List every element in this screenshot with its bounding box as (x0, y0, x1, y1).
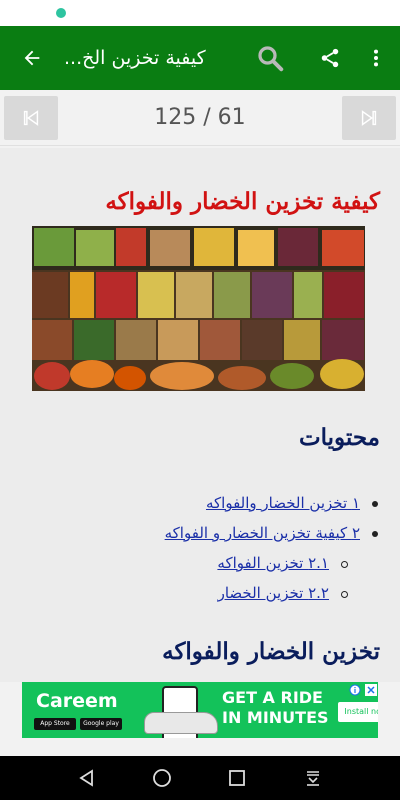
skip-next-icon (361, 110, 377, 126)
back-button[interactable] (8, 26, 56, 90)
install-button[interactable]: Install now (338, 702, 378, 722)
table-of-contents: ١ تخزين الخضار والفواكه ٢ كيفية تخزين ال… (48, 488, 378, 608)
first-page-button[interactable] (4, 96, 58, 140)
bullet-icon (372, 531, 378, 537)
ad-brand: Careem (36, 690, 118, 712)
download-icon (307, 771, 319, 786)
toc-heading: محتويات (298, 424, 380, 451)
ad-headline: GET A RIDE IN MINUTES (222, 688, 329, 727)
store-badges: App Store Google play (34, 718, 122, 730)
skip-previous-icon (23, 110, 39, 126)
article-content[interactable]: كيفية تخزين الخضار والفواكه محتويات ١ تخ… (0, 148, 400, 682)
circle-home-icon (153, 769, 171, 787)
nav-extra-button[interactable] (288, 756, 338, 800)
share-button[interactable] (306, 26, 354, 90)
fruit-vegetable-image (32, 226, 365, 391)
app-store-badge: App Store (34, 718, 76, 730)
nav-back-button[interactable] (62, 756, 112, 800)
nav-home-button[interactable] (137, 756, 187, 800)
arrow-back-icon (24, 50, 40, 66)
pager: 125 / 61 (0, 90, 400, 146)
notification-dot-icon (56, 8, 66, 18)
status-bar (0, 0, 400, 26)
google-play-badge: Google play (80, 718, 122, 730)
toc-link[interactable]: ١ تخزين الخضار والفواكه (206, 494, 360, 512)
toc-link[interactable]: ٢.١ تخزين الفواكه (217, 554, 329, 572)
bullet-icon (372, 501, 378, 507)
square-recent-icon (229, 770, 245, 786)
share-icon (321, 48, 339, 68)
triangle-back-icon (79, 769, 93, 787)
toc-link[interactable]: ٢ كيفية تخزين الخضار و الفواكه (165, 524, 360, 542)
ad-close-icon[interactable] (364, 683, 378, 697)
ad-info-icon[interactable] (348, 683, 362, 697)
app-bar: كيفية تخزين الخ... (0, 26, 400, 90)
circle-bullet-icon (341, 560, 348, 568)
toc-item[interactable]: ١ تخزين الخضار والفواكه (48, 488, 378, 518)
toc-item[interactable]: ٢ كيفية تخزين الخضار و الفواكه (48, 518, 378, 548)
toc-subitem[interactable]: ٢.١ تخزين الفواكه (48, 548, 348, 578)
toc-subitem[interactable]: ٢.٢ تخزين الخضار (48, 578, 348, 608)
page-indicator: 125 / 61 (154, 105, 246, 130)
circle-bullet-icon (341, 590, 348, 598)
section-heading: تخزين الخضار والفواكه (162, 638, 380, 665)
last-page-button[interactable] (342, 96, 396, 140)
more-vert-icon (373, 49, 379, 67)
search-button[interactable] (246, 26, 294, 90)
ad-banner[interactable]: Careem App Store Google play GET A RIDE … (22, 682, 378, 738)
nav-recent-button[interactable] (212, 756, 262, 800)
toc-link[interactable]: ٢.٢ تخزين الخضار (218, 584, 329, 602)
car-illustration (144, 712, 218, 734)
system-nav-bar (0, 756, 400, 800)
overflow-menu-button[interactable] (352, 26, 400, 90)
app-title: كيفية تخزين الخ... (64, 47, 206, 69)
article-title: كيفية تخزين الخضار والفواكه (105, 188, 380, 215)
search-icon (258, 46, 284, 72)
